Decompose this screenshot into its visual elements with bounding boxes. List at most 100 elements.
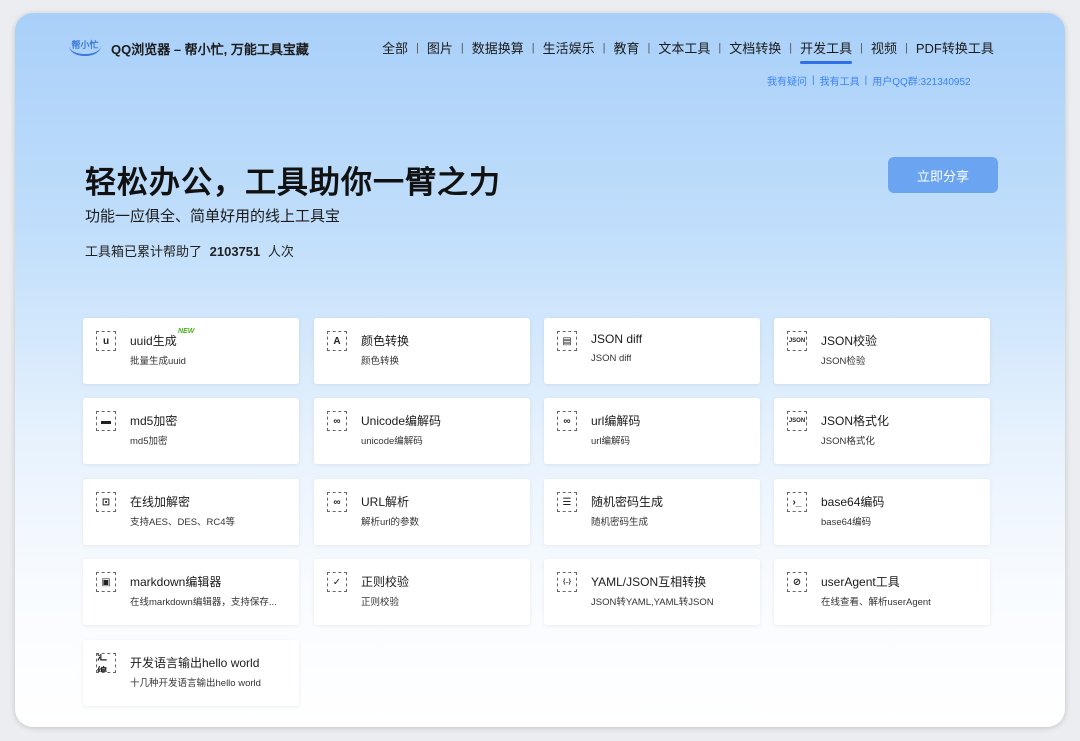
md5-icon: ▬ (96, 411, 116, 431)
new-badge: NEW (178, 328, 195, 335)
top-nav: 全部 | 图片 | 数据换算 | 生活娱乐 | 教育 | 文本工具 | 文档转换 | 开发工具 | 视频 | PDF… (382, 38, 994, 64)
tool-description: url编解码 (591, 436, 631, 447)
link-icon: ∞ (327, 411, 347, 431)
tool-description: 正则校验 (361, 597, 400, 608)
json-file-icon: JSON (787, 411, 807, 431)
site-title: QQ浏览器 – 帮小忙, 万能工具宝藏 (111, 42, 309, 57)
tool-description: 十几种开发语言输出hello world (130, 678, 261, 689)
tool-card[interactable]: ▤ JSON diff JSON diff (544, 318, 760, 384)
tool-description: base64编码 (821, 517, 872, 528)
tool-description: 随机密码生成 (591, 517, 649, 528)
tool-title: JSON校验 (821, 334, 878, 348)
nav-item[interactable]: 数据换算 (472, 38, 524, 57)
tool-title: Unicode编解码 (361, 414, 442, 428)
sublinks: 我有疑问 | 我有工具 | 用户QQ群:321340952 (767, 73, 971, 88)
tool-card[interactable]: ›_ base64编码 base64编码 (774, 479, 990, 545)
document-icon: ▤ (557, 331, 577, 351)
tool-title: YAML/JSON互相转换 (591, 575, 707, 589)
tool-card[interactable]: ⊘ userAgent工具在线查看、解析userAgent (774, 559, 990, 625)
tool-title: URL解析 (361, 495, 410, 509)
tool-card[interactable]: {..} YAML/JSON互相转换 JSON转YAML,YAML转JSON (544, 559, 760, 625)
markdown-icon: ▣ (96, 572, 116, 592)
hero-title: 轻松办公，工具助你一臂之力 (85, 165, 501, 200)
sublink[interactable]: 用户QQ群:321340952 (872, 73, 970, 88)
usage-count-suffix: 人次 (267, 244, 294, 259)
tool-description: 批量生成uuid (130, 356, 186, 367)
tool-card[interactable]: ∞ Unicode编解码 unicode编解码 (314, 398, 530, 464)
link-icon: ∞ (327, 492, 347, 512)
json-file-icon: JSON (787, 331, 807, 351)
sublink-separator: | (812, 75, 815, 86)
usage-count-prefix: 工具箱已累计帮助了 (85, 244, 203, 259)
nav-item[interactable]: 教育 (614, 38, 640, 57)
tool-title: 开发语言输出hello world (130, 656, 260, 670)
nav-item[interactable]: 视频 (871, 38, 897, 57)
tool-description: 解析url的参数 (361, 517, 420, 528)
tool-title: 颜色转换 (361, 334, 410, 348)
tool-title: base64编码 (821, 495, 885, 509)
nav-separator: | (718, 41, 722, 54)
logo-text: 帮小忙 (69, 36, 101, 56)
color-icon: A (327, 331, 347, 351)
share-button[interactable]: 立即分享 (888, 157, 998, 193)
usage-count-value: 2103751 (209, 244, 261, 259)
tool-card[interactable]: 汇编 开发语言输出hello world 十几种开发语言输出hello world (83, 640, 299, 706)
nav-item[interactable]: PDF转换工具 (916, 38, 994, 57)
tool-card[interactable]: ☰ 随机密码生成 随机密码生成 (544, 479, 760, 545)
tool-card[interactable]: ⊡ 在线加解密 支持AES、DES、RC4等 (83, 479, 299, 545)
nav-item[interactable]: 开发工具 (800, 38, 853, 64)
tool-card[interactable]: A 颜色转换 颜色转换 (314, 318, 530, 384)
tool-card[interactable]: ▣ markdown编辑器在线markdown编辑器，支持保存... (83, 559, 299, 625)
tool-title: userAgent工具 (821, 575, 900, 589)
sublink-separator: | (864, 75, 868, 86)
tool-card[interactable]: ∞ url编解码 url编解码 (544, 398, 760, 464)
nav-item[interactable]: 图片 (427, 38, 453, 57)
tool-description: unicode编解码 (361, 436, 423, 447)
usage-count: 工具箱已累计帮助了 2103751 人次 (85, 241, 294, 260)
nav-item[interactable]: 文本工具 (658, 38, 710, 57)
nav-separator: | (460, 41, 464, 54)
terminal-icon: ›_ (787, 492, 807, 512)
tool-title: md5加密 (130, 414, 178, 428)
nav-separator: | (789, 41, 793, 54)
nav-separator: | (531, 41, 535, 54)
logo[interactable]: 帮小忙 (69, 35, 101, 57)
compass-icon: ⊘ (787, 572, 807, 592)
tool-card[interactable]: ▬ md5加密 md5加密 (83, 398, 299, 464)
tool-title: 正则校验 (361, 575, 410, 589)
tool-title: uuid生成 (130, 334, 177, 348)
nav-separator: | (602, 41, 606, 54)
nav-item[interactable]: 生活娱乐 (543, 38, 595, 57)
tool-card[interactable]: JSON JSON格式化 JSON格式化 (774, 398, 990, 464)
tool-description: 支持AES、DES、RC4等 (130, 517, 236, 528)
tool-card[interactable]: ∞ URL解析解析url的参数 (314, 479, 530, 545)
tool-description: 在线markdown编辑器，支持保存... (130, 597, 277, 608)
tool-title: markdown编辑器 (130, 575, 222, 589)
tool-description: md5加密 (130, 436, 168, 447)
sublink[interactable]: 我有工具 (820, 73, 860, 88)
nav-separator: | (647, 41, 651, 54)
nav-separator: | (860, 41, 863, 54)
tool-title: 在线加解密 (130, 495, 191, 509)
tool-description: 颜色转换 (361, 356, 400, 367)
assembly-icon: 汇编 (96, 653, 116, 673)
tool-description: 在线查看、解析userAgent (821, 597, 931, 608)
tool-title: url编解码 (591, 414, 641, 428)
tool-card[interactable]: ✓ 正则校验 正则校验 (314, 559, 530, 625)
browser-window: 帮小忙 QQ浏览器 – 帮小忙, 万能工具宝藏 全部 | 图片 | 数据换算 | 生活娱乐 |… (15, 13, 1065, 727)
nav-item[interactable]: 全部 (382, 38, 408, 57)
uuid-icon: u (96, 331, 116, 351)
tool-title: JSON格式化 (821, 414, 890, 428)
tool-card[interactable]: u uuid生成 NEW 批量生成uuid (83, 318, 299, 384)
nav-separator: | (905, 41, 908, 54)
tool-card[interactable]: JSON JSON校验 JSON检验 (774, 318, 990, 384)
tool-title: 随机密码生成 (591, 495, 664, 509)
tool-description: JSON格式化 (821, 436, 875, 447)
nav-item[interactable]: 文档转换 (729, 38, 781, 57)
tool-description: JSON转YAML,YAML转JSON (591, 597, 714, 608)
tool-description: JSON diff (591, 353, 632, 364)
tool-description: JSON检验 (821, 356, 866, 367)
tool-title: JSON diff (591, 332, 643, 346)
regex-icon: ✓ (327, 572, 347, 592)
sublink[interactable]: 我有疑问 (767, 73, 807, 88)
